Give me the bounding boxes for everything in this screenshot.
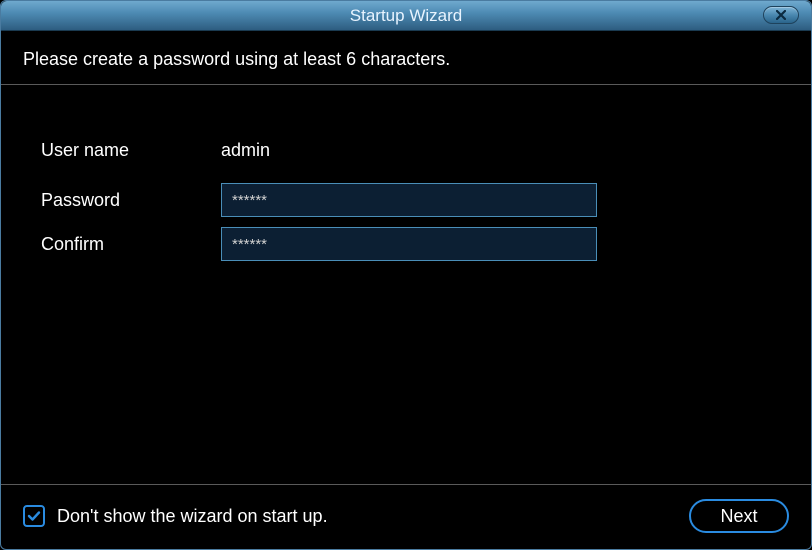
startup-wizard-window: Startup Wizard Please create a password … <box>0 0 812 550</box>
password-row: Password ****** <box>41 183 771 217</box>
confirm-row: Confirm ****** <box>41 227 771 261</box>
confirm-input-value: ****** <box>232 236 267 253</box>
close-button[interactable] <box>763 6 799 24</box>
next-button[interactable]: Next <box>689 499 789 533</box>
window-title: Startup Wizard <box>350 6 462 26</box>
password-label: Password <box>41 190 221 211</box>
close-icon <box>776 10 786 20</box>
titlebar: Startup Wizard <box>1 1 811 31</box>
instruction-row: Please create a password using at least … <box>1 31 811 85</box>
footer: Don't show the wizard on start up. Next <box>1 484 811 549</box>
username-row: User name admin <box>41 140 771 161</box>
dont-show-checkbox-group: Don't show the wizard on start up. <box>23 505 328 527</box>
confirm-label: Confirm <box>41 234 221 255</box>
checkmark-icon <box>27 509 41 523</box>
username-label: User name <box>41 140 221 161</box>
password-input[interactable]: ****** <box>221 183 597 217</box>
dont-show-checkbox[interactable] <box>23 505 45 527</box>
instruction-text: Please create a password using at least … <box>23 49 450 69</box>
password-input-value: ****** <box>232 192 267 209</box>
username-value: admin <box>221 140 270 161</box>
dont-show-label: Don't show the wizard on start up. <box>57 506 328 527</box>
main-content: User name admin Password ****** Confirm … <box>1 85 811 484</box>
next-button-label: Next <box>720 506 757 527</box>
confirm-input[interactable]: ****** <box>221 227 597 261</box>
